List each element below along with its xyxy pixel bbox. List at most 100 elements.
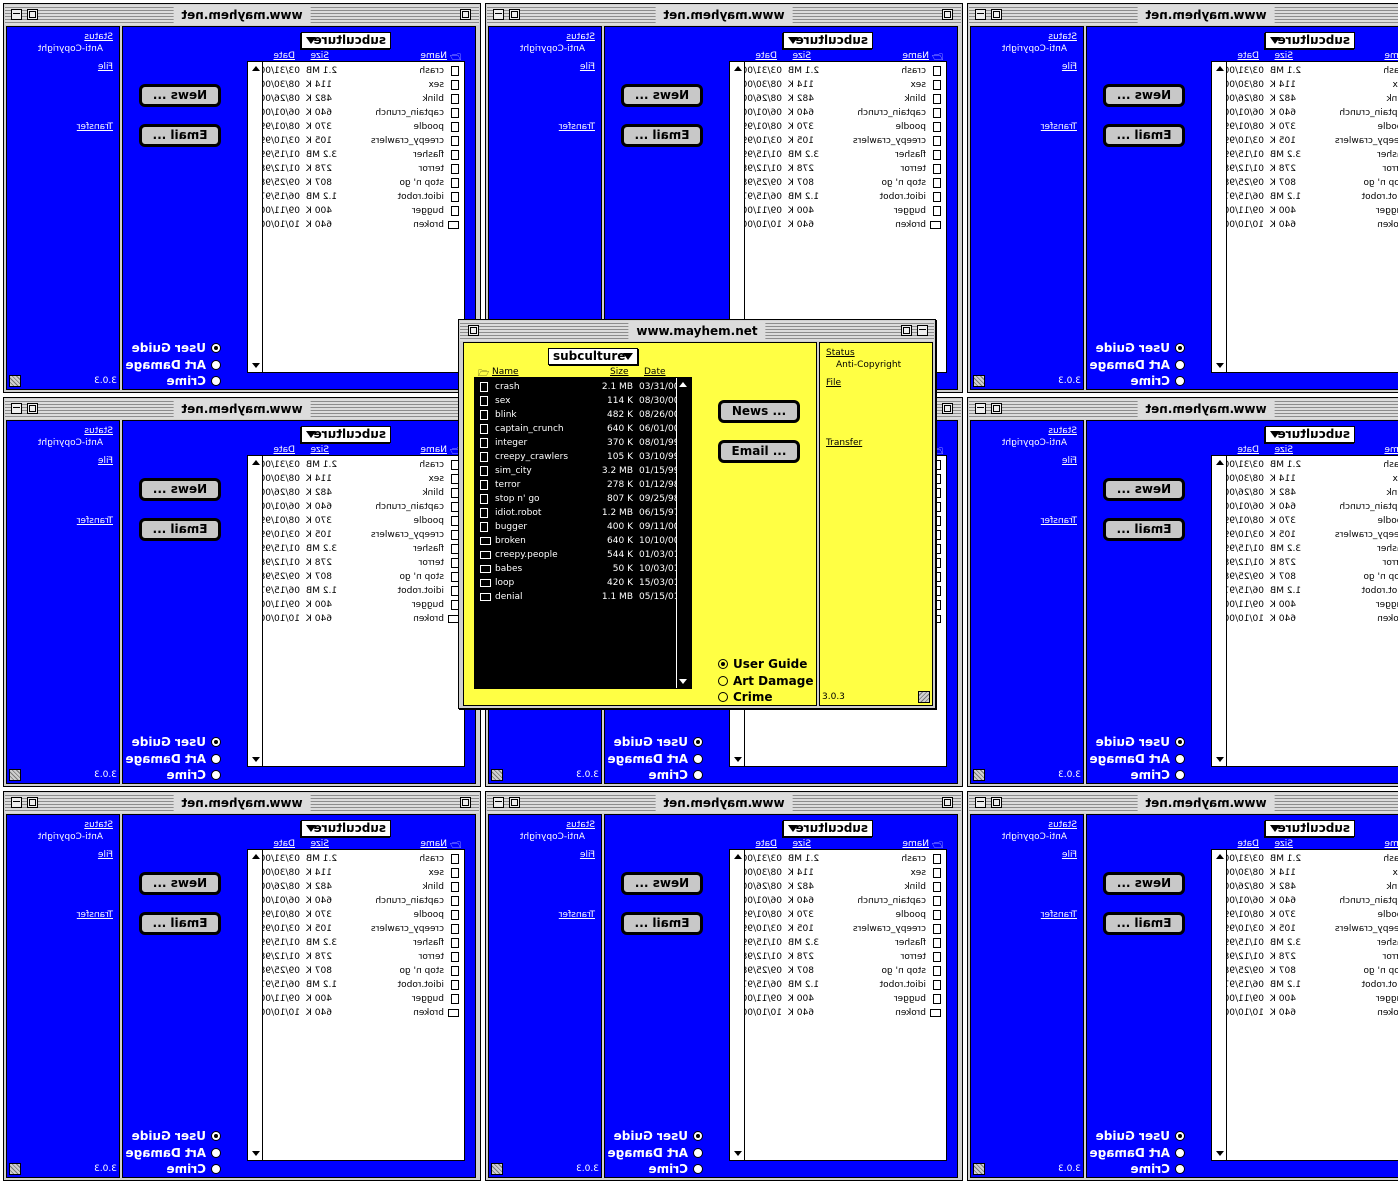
email-button[interactable]: Email ... bbox=[1105, 126, 1183, 145]
resize-grip-icon[interactable] bbox=[9, 769, 21, 781]
folder-dropdown[interactable]: subculture bbox=[1265, 426, 1355, 443]
title-bar[interactable]: www.mayhem.net bbox=[487, 793, 961, 813]
file-row[interactable]: blink 482 K 08/26/00 bbox=[1224, 486, 1398, 500]
radio-art-damage[interactable]: Art Damage bbox=[125, 1146, 221, 1160]
column-header-size[interactable]: Size bbox=[610, 367, 628, 377]
close-box-icon[interactable] bbox=[942, 797, 953, 808]
scroll-up-arrow-icon[interactable] bbox=[1216, 66, 1224, 71]
collapse-box-icon[interactable] bbox=[975, 797, 986, 808]
scroll-down-arrow-icon[interactable] bbox=[734, 757, 742, 762]
file-row[interactable]: creepy_crawlers 105 K 03/10/99 bbox=[1224, 528, 1398, 542]
column-header-date[interactable]: Date bbox=[1237, 51, 1259, 61]
file-row[interactable]: sex 114 K 08/30/00 bbox=[260, 472, 464, 486]
file-row[interactable]: captain_crunch 640 K 06/01/00 bbox=[475, 422, 679, 436]
column-header-size[interactable]: Size bbox=[1275, 51, 1293, 61]
status-link[interactable]: Status bbox=[1048, 426, 1077, 436]
folder-dropdown[interactable]: subculture bbox=[1265, 820, 1355, 837]
status-link[interactable]: Status bbox=[1048, 820, 1077, 830]
file-row[interactable]: stop n' go 807 K 09/25/98 bbox=[1224, 964, 1398, 978]
radio-art-damage[interactable]: Art Damage bbox=[718, 674, 814, 688]
resize-grip-icon[interactable] bbox=[973, 1163, 985, 1175]
radio-art-damage[interactable]: Art Damage bbox=[607, 752, 703, 766]
email-button[interactable]: Email ... bbox=[720, 442, 798, 461]
title-bar[interactable]: www.mayhem.net bbox=[5, 793, 479, 813]
file-row[interactable]: creepy_crawlers 105 K 03/10/99 bbox=[1224, 134, 1398, 148]
title-bar[interactable]: www.mayhem.net bbox=[969, 399, 1398, 419]
zoom-box-icon[interactable] bbox=[901, 325, 912, 336]
radio-art-damage[interactable]: Art Damage bbox=[125, 752, 221, 766]
title-bar[interactable]: www.mayhem.net bbox=[5, 5, 479, 25]
zoom-box-icon[interactable] bbox=[991, 797, 1002, 808]
email-button[interactable]: Email ... bbox=[141, 914, 219, 933]
status-link[interactable]: Status bbox=[84, 32, 113, 42]
radio-crime[interactable]: Crime bbox=[649, 1162, 703, 1176]
column-header-date[interactable]: Date bbox=[755, 839, 777, 849]
resize-grip-icon[interactable] bbox=[918, 691, 930, 703]
file-row[interactable]: broken 640 K 10/10/00 bbox=[1224, 1006, 1398, 1020]
file-row[interactable]: blink 482 K 08/26/00 bbox=[260, 880, 464, 894]
radio-crime[interactable]: Crime bbox=[1131, 768, 1185, 782]
radio-user-guide[interactable]: User Guide bbox=[132, 1129, 221, 1143]
folder-dropdown[interactable]: subculture bbox=[783, 32, 873, 49]
file-row[interactable]: babes 50 K 10/03/01 bbox=[475, 562, 679, 576]
collapse-box-icon[interactable] bbox=[975, 9, 986, 20]
column-header-name[interactable]: Name bbox=[1384, 51, 1398, 61]
file-row[interactable]: crash 2.1 MB 03/31/00 bbox=[1224, 852, 1398, 866]
radio-crime[interactable]: Crime bbox=[167, 374, 221, 388]
news-button[interactable]: News ... bbox=[141, 86, 219, 105]
file-row[interactable]: crash 2.1 MB 03/31/00 bbox=[1224, 458, 1398, 472]
file-row[interactable]: broken 640 K 10/10/00 bbox=[1224, 612, 1398, 626]
email-button[interactable]: Email ... bbox=[1105, 520, 1183, 539]
radio-crime[interactable]: Crime bbox=[167, 768, 221, 782]
file-row[interactable]: captain_crunch 640 K 06/01/00 bbox=[260, 500, 464, 514]
column-header-name[interactable]: Name bbox=[420, 839, 447, 849]
radio-crime[interactable]: Crime bbox=[1131, 374, 1185, 388]
transfer-link[interactable]: Transfer bbox=[77, 516, 113, 526]
file-row[interactable]: bugger 400 K 09/11/00 bbox=[1224, 204, 1398, 218]
scrollbar[interactable] bbox=[248, 62, 263, 372]
file-row[interactable]: idiot.robot 1.2 MB 06/15/97 bbox=[1224, 978, 1398, 992]
file-row[interactable]: idiot.robot 1.2 MB 06/15/97 bbox=[260, 584, 464, 598]
file-row[interactable]: blink 482 K 08/26/00 bbox=[742, 880, 946, 894]
scroll-down-arrow-icon[interactable] bbox=[1216, 363, 1224, 368]
transfer-link[interactable]: Transfer bbox=[1041, 516, 1077, 526]
title-bar[interactable]: www.mayhem.net bbox=[487, 5, 961, 25]
file-row[interactable]: terror 278 K 01/12/98 bbox=[260, 162, 464, 176]
scroll-down-arrow-icon[interactable] bbox=[1216, 757, 1224, 762]
column-header-name[interactable]: Name bbox=[1384, 445, 1398, 455]
scroll-up-arrow-icon[interactable] bbox=[1216, 460, 1224, 465]
column-header-size[interactable]: Size bbox=[793, 51, 811, 61]
file-row[interactable]: terror 278 K 01/12/98 bbox=[742, 950, 946, 964]
column-header-size[interactable]: Size bbox=[1275, 445, 1293, 455]
news-button[interactable]: News ... bbox=[141, 480, 219, 499]
collapse-box-icon[interactable] bbox=[917, 325, 928, 336]
file-row[interactable]: blink 482 K 08/26/00 bbox=[475, 408, 679, 422]
file-row[interactable]: creepy_crawlers 105 K 03/10/99 bbox=[260, 134, 464, 148]
news-button[interactable]: News ... bbox=[623, 86, 701, 105]
zoom-box-icon[interactable] bbox=[509, 797, 520, 808]
title-bar[interactable]: www.mayhem.net bbox=[460, 321, 934, 341]
status-link[interactable]: Status bbox=[1048, 32, 1077, 42]
file-row[interactable]: blink 482 K 08/26/00 bbox=[260, 92, 464, 106]
radio-art-damage[interactable]: Art Damage bbox=[1089, 358, 1185, 372]
collapse-box-icon[interactable] bbox=[493, 9, 504, 20]
news-button[interactable]: News ... bbox=[1105, 874, 1183, 893]
file-row[interactable]: broken 640 K 10/10/00 bbox=[260, 218, 464, 232]
zoom-box-icon[interactable] bbox=[27, 403, 38, 414]
file-row[interactable]: terror 278 K 01/12/98 bbox=[1224, 162, 1398, 176]
resize-grip-icon[interactable] bbox=[973, 769, 985, 781]
scroll-down-arrow-icon[interactable] bbox=[734, 1151, 742, 1156]
file-link[interactable]: File bbox=[98, 62, 113, 72]
file-row[interactable]: crash 2.1 MB 03/31/00 bbox=[260, 64, 464, 78]
scroll-down-arrow-icon[interactable] bbox=[1216, 1151, 1224, 1156]
file-row[interactable]: bugger 400 K 09/11/00 bbox=[1224, 992, 1398, 1006]
file-row[interactable]: idiot.robot 1.2 MB 06/15/97 bbox=[260, 190, 464, 204]
scrollbar[interactable] bbox=[730, 850, 745, 1160]
scrollbar[interactable] bbox=[1212, 62, 1227, 372]
scroll-up-arrow-icon[interactable] bbox=[252, 66, 260, 71]
file-row[interactable]: loop 420 K 15/03/01 bbox=[475, 576, 679, 590]
column-header-date[interactable]: Date bbox=[273, 839, 295, 849]
radio-user-guide[interactable]: User Guide bbox=[132, 341, 221, 355]
file-row[interactable]: broken 640 K 10/10/00 bbox=[260, 612, 464, 626]
file-row[interactable]: sex 114 K 08/30/00 bbox=[742, 78, 946, 92]
